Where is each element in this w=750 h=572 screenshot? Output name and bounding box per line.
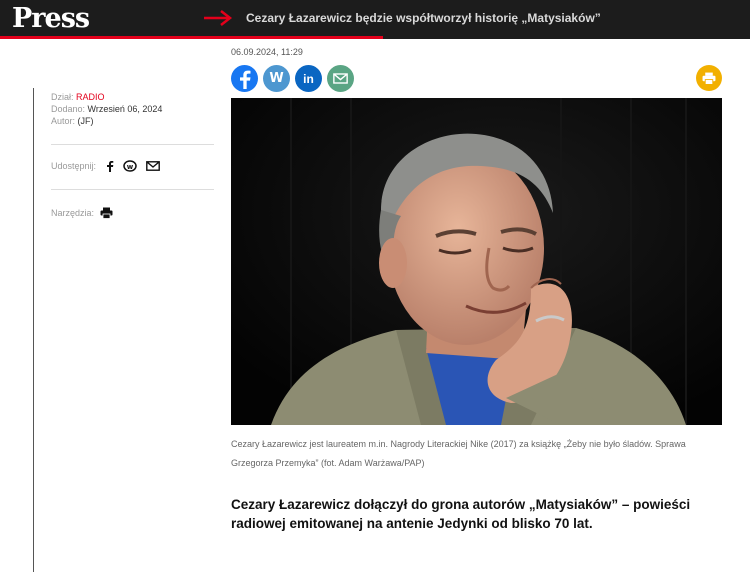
author-label: Autor: xyxy=(51,116,76,126)
sidebar-divider xyxy=(33,88,34,572)
wykop-share-button[interactable]: W xyxy=(263,65,290,92)
tools-label: Narzędzia: xyxy=(51,208,95,218)
section-label: Dział: xyxy=(51,92,74,102)
tools-row: Narzędzia: xyxy=(51,207,113,219)
section-link[interactable]: RADIO xyxy=(76,92,105,102)
print-icon xyxy=(702,72,716,85)
wykop-icon[interactable]: w xyxy=(123,160,137,172)
mail-share-button[interactable] xyxy=(327,65,354,92)
added-date: Wrzesień 06, 2024 xyxy=(87,104,163,114)
article-datetime: 06.09.2024, 11:29 xyxy=(231,47,303,57)
added-row: Dodano: Wrzesień 06, 2024 xyxy=(51,103,162,115)
meta-separator xyxy=(51,144,214,145)
print-button[interactable] xyxy=(696,65,722,91)
print-icon[interactable] xyxy=(100,207,113,219)
linkedin-icon: in xyxy=(303,71,314,86)
share-separator xyxy=(51,189,214,190)
svg-text:w: w xyxy=(127,163,134,171)
reading-progress-bar xyxy=(0,36,750,39)
share-label: Udostępnij: xyxy=(51,161,97,171)
article-headline: Cezary Łazarewicz będzie współtworzył hi… xyxy=(246,11,601,25)
mail-icon xyxy=(333,73,348,84)
portrait-image xyxy=(231,98,722,425)
mail-icon[interactable] xyxy=(146,161,160,171)
article-photo xyxy=(231,98,722,425)
section-row: Dział: RADIO xyxy=(51,91,162,103)
author-row: Autor: (JF) xyxy=(51,115,162,127)
added-label: Dodano: xyxy=(51,104,86,114)
reading-progress-fill xyxy=(0,36,383,39)
social-share-buttons: W in xyxy=(231,65,354,92)
arrow-right-icon xyxy=(204,10,233,26)
wykop-icon: W xyxy=(269,71,284,86)
top-bar: Press Cezary Łazarewicz będzie współtwor… xyxy=(0,0,750,38)
author-value: (JF) xyxy=(77,116,94,126)
article-meta: Dział: RADIO Dodano: Wrzesień 06, 2024 A… xyxy=(51,91,162,127)
linkedin-share-button[interactable]: in xyxy=(295,65,322,92)
facebook-share-button[interactable] xyxy=(231,65,258,92)
share-row: Udostępnij: w xyxy=(51,160,160,172)
article-lead: Cezary Łazarewicz dołączył do grona auto… xyxy=(231,497,691,531)
site-logo[interactable]: Press xyxy=(12,3,90,34)
facebook-icon xyxy=(239,70,250,89)
facebook-icon[interactable] xyxy=(106,160,114,172)
photo-caption: Cezary Łazarewicz jest laureatem m.in. N… xyxy=(231,439,686,468)
